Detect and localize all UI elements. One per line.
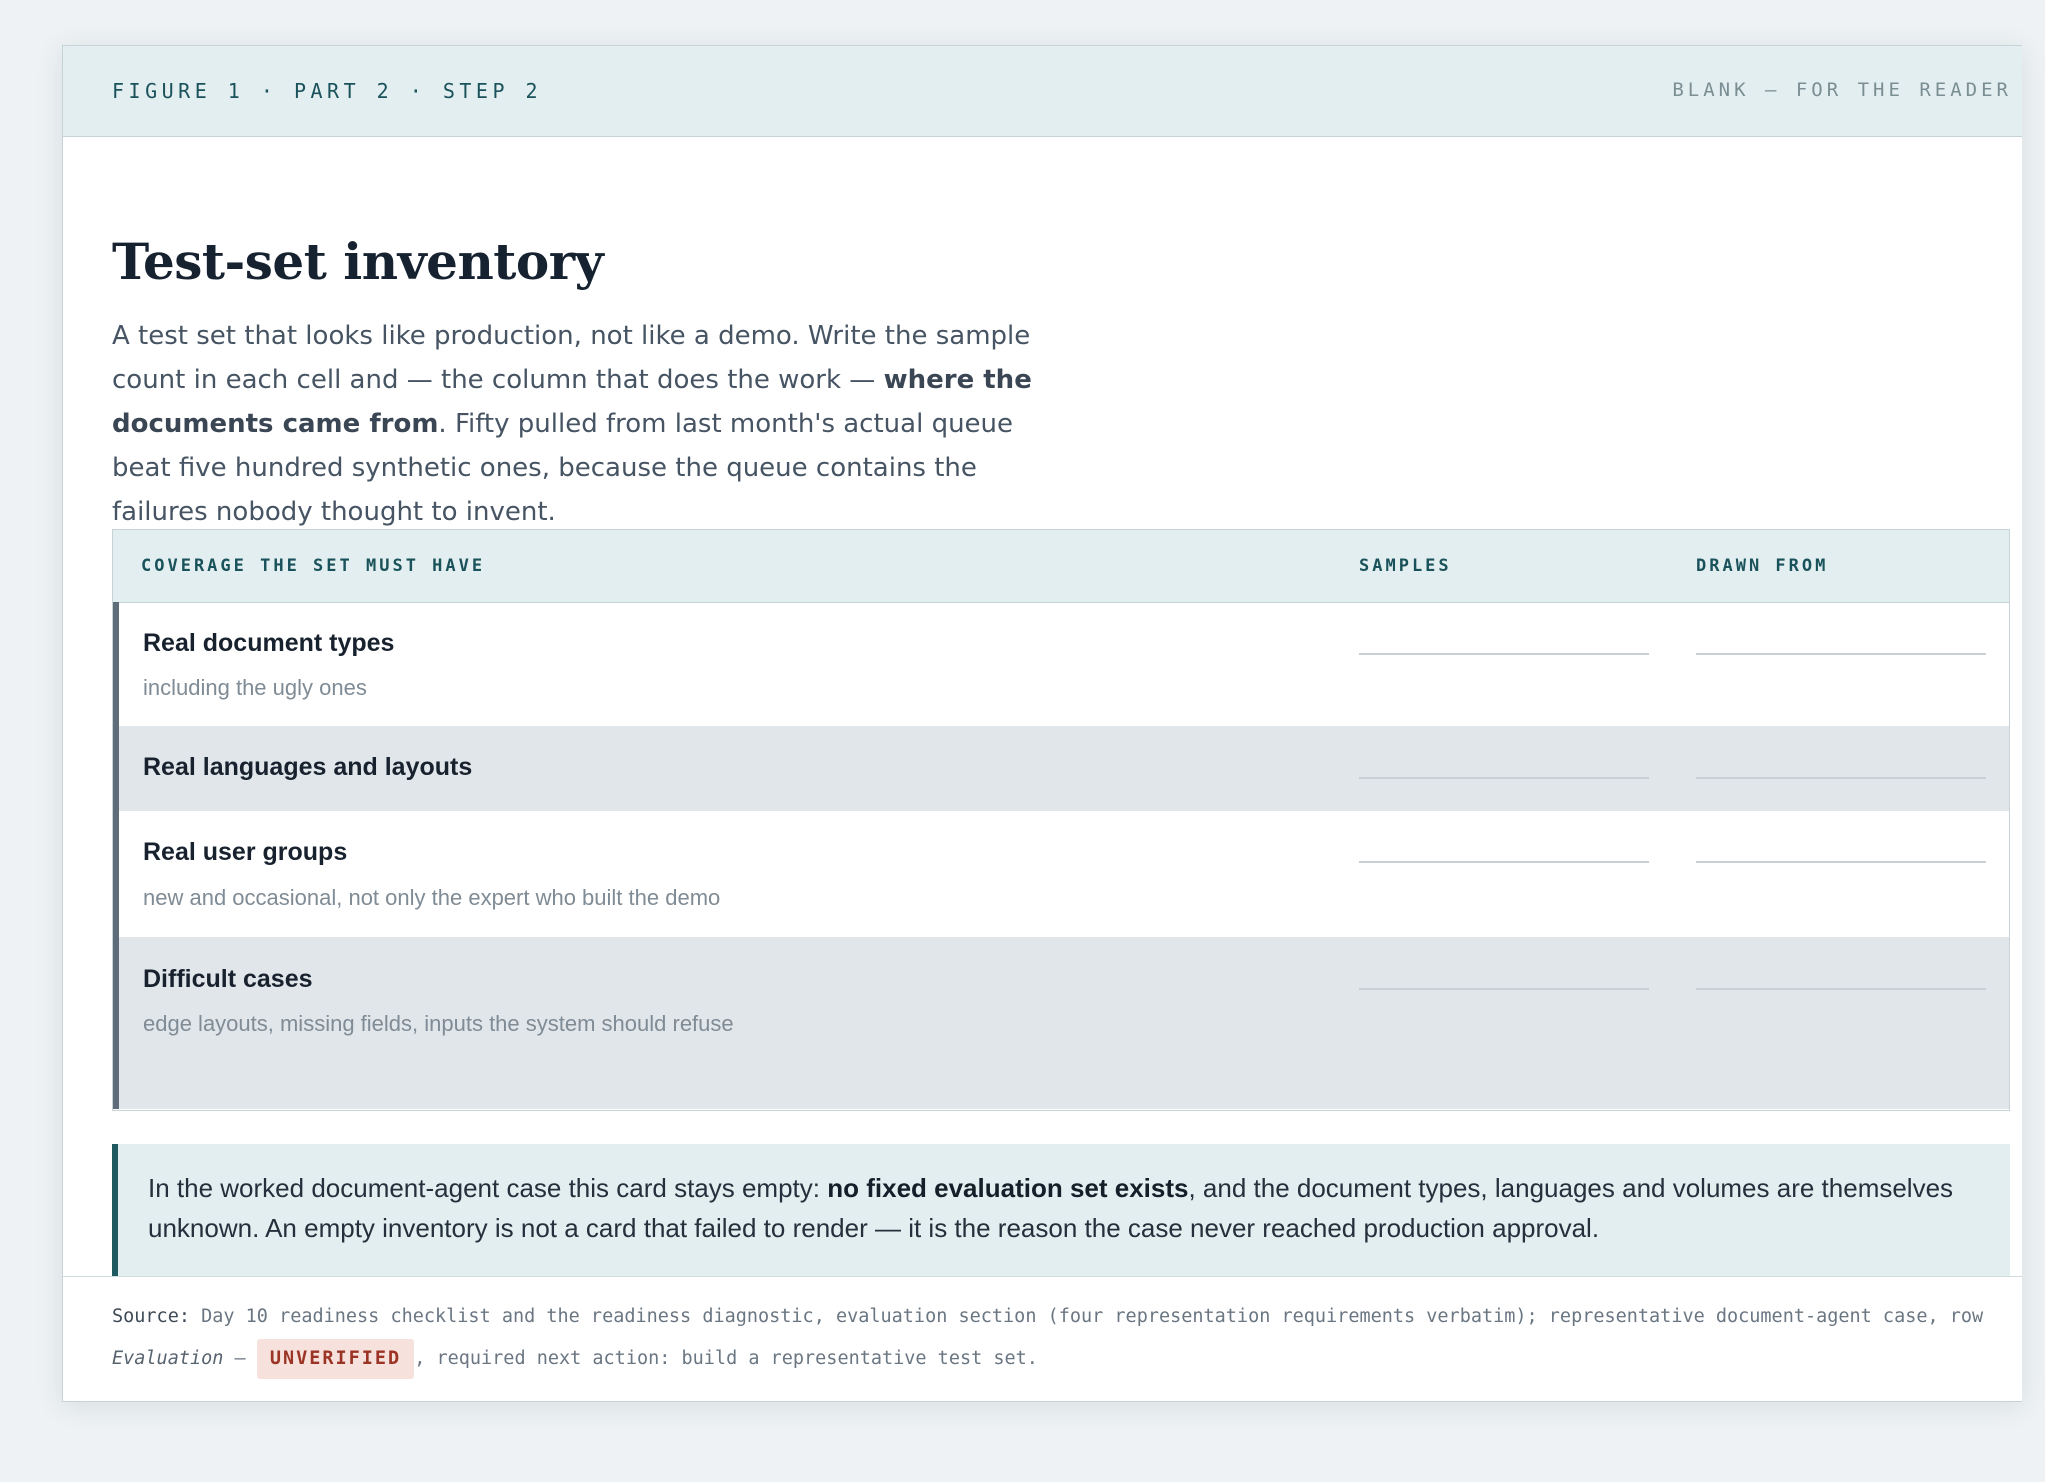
source-text-2: , required next action: build a represen… [414,1348,1038,1369]
unverified-badge: UNVERIFIED [256,1339,415,1379]
source-label: Source: [112,1306,190,1327]
samples-input[interactable] [1359,653,1649,655]
drawn-from-input[interactable] [1696,988,1986,990]
source-row-name: Evaluation [112,1348,224,1369]
case-note: In the worked document-agent case this c… [112,1144,2010,1277]
note-text-1: In the worked document-agent case this c… [148,1173,828,1203]
figure-card: FIGURE 1 · PART 2 · STEP 2 BLANK — FOR T… [62,45,2022,1402]
blank-label: BLANK — FOR THE READER [1672,79,2012,101]
source-footnote: Source: Day 10 readiness checklist and t… [112,1296,2012,1380]
row-subtitle: new and occasional, not only the expert … [143,885,721,910]
row-title: Real document types [143,629,395,657]
source-dash: — [223,1348,257,1369]
drawn-from-input[interactable] [1696,777,1986,779]
samples-input[interactable] [1359,861,1649,863]
intro-paragraph: A test set that looks like production, n… [112,314,1072,534]
drawn-from-input[interactable] [1696,861,1986,863]
row-title: Difficult cases [143,965,313,993]
column-header-samples: SAMPLES [1359,556,1452,576]
note-bold: no fixed evaluation set exists [827,1173,1189,1203]
source-text-1: Day 10 readiness checklist and the readi… [189,1306,1984,1327]
column-header-coverage: COVERAGE THE SET MUST HAVE [141,556,486,576]
table-header: COVERAGE THE SET MUST HAVE SAMPLES DRAWN… [113,530,2009,603]
row-subtitle: edge layouts, missing fields, inputs the… [143,1011,734,1036]
footer-divider [63,1276,2022,1277]
drawn-from-input[interactable] [1696,653,1986,655]
table-row: Difficult cases edge layouts, missing fi… [113,937,2009,1109]
samples-input[interactable] [1359,988,1649,990]
row-subtitle: including the ugly ones [143,675,367,700]
table-row: Real languages and layouts [113,726,2009,811]
page-title: Test-set inventory [112,232,604,291]
table-row: Real document types including the ugly o… [113,602,2009,726]
figure-label: FIGURE 1 · PART 2 · STEP 2 [112,79,543,103]
inventory-table: COVERAGE THE SET MUST HAVE SAMPLES DRAWN… [112,529,2010,1111]
row-title: Real languages and layouts [143,753,473,781]
figure-header-strip: FIGURE 1 · PART 2 · STEP 2 BLANK — FOR T… [63,46,2022,137]
table-row: Real user groups new and occasional, not… [113,811,2009,937]
column-header-drawn-from: DRAWN FROM [1696,556,1829,576]
row-title: Real user groups [143,838,348,866]
samples-input[interactable] [1359,777,1649,779]
